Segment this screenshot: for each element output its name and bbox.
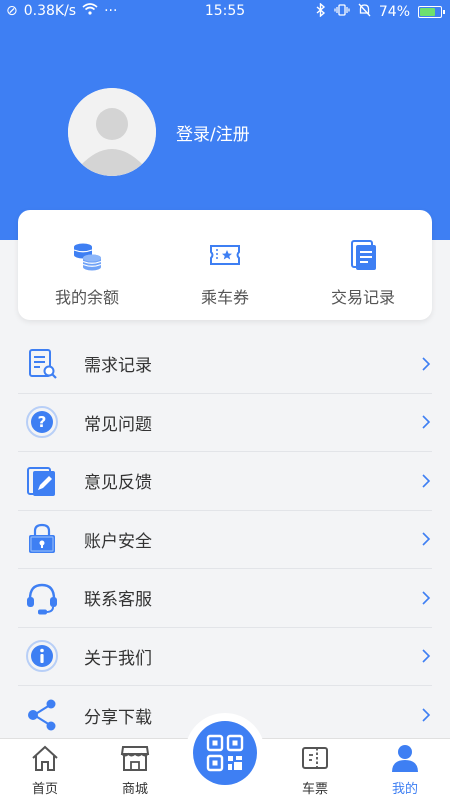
status-bar: ⊘ 0.38K/s ··· 15:55 74% [0,0,450,24]
ticket-icon [210,245,240,265]
menu-label: 意见反馈 [84,473,152,494]
balance-item[interactable]: 我的余额 [18,210,156,320]
menu-item-requests[interactable]: 需求记录 [18,335,432,394]
chevron-right-icon [422,357,431,371]
search-document-icon [29,348,57,379]
chevron-right-icon [422,708,431,722]
battery-percent: 74% [378,4,410,20]
headset-icon [27,583,57,615]
chevron-right-icon [422,415,431,429]
menu-label: 账户安全 [84,531,152,552]
info-icon [26,640,58,673]
bluetooth-icon [316,2,326,21]
store-icon [120,746,150,771]
chevron-right-icon [422,474,431,488]
coins-icon [73,243,102,271]
battery-fill [420,8,435,16]
tab-label: 车票 [301,782,328,797]
chevron-right-icon [422,532,431,546]
qr-code-icon [206,734,244,772]
chevron-right-icon [422,649,431,663]
share-icon [28,699,56,731]
login-register-link[interactable]: 登录/注册 [176,120,250,145]
menu-label: 需求记录 [84,356,152,377]
menu-label: 联系客服 [84,590,152,611]
transactions-item[interactable]: 交易记录 [294,210,432,320]
settings-menu: 需求记录 ? 常见问题 意见反馈 账户安全 联系客服 关于我们 分享下载 [18,335,432,745]
user-icon [392,745,418,772]
tab-home[interactable]: 首页 [10,743,80,797]
document-icon [351,240,376,270]
avatar[interactable] [68,88,156,176]
tab-store[interactable]: 商城 [100,743,170,797]
svg-text:?: ? [38,413,47,431]
menu-item-about[interactable]: 关于我们 [18,628,432,686]
wallet-card: 我的余额 乘车券 交易记录 [18,210,432,320]
scan-qr-button[interactable] [193,721,257,785]
ticket-coupon-item[interactable]: 乘车券 [156,210,294,320]
ticket-icon [302,747,328,769]
tab-mine[interactable]: 我的 [370,743,440,797]
battery-icon [418,6,445,18]
vibrate-icon [334,4,350,20]
bell-off-icon [358,3,371,21]
menu-item-faq[interactable]: ? 常见问题 [18,394,432,452]
menu-item-feedback[interactable]: 意见反馈 [18,452,432,511]
edit-icon [27,466,55,496]
menu-label: 关于我们 [84,648,152,669]
tab-tickets[interactable]: 车票 [280,743,350,797]
home-icon [32,745,58,771]
menu-label: 分享下载 [84,707,152,728]
chevron-right-icon [422,591,431,605]
profile-header: ⊘ 0.38K/s ··· 15:55 74% 登录/注册 [0,0,450,240]
menu-label: 常见问题 [84,414,152,435]
menu-item-security[interactable]: 账户安全 [18,511,432,569]
balance-label: 我的余额 [54,288,119,307]
menu-item-customer-service[interactable]: 联系客服 [18,569,432,628]
tab-label: 商城 [121,782,148,797]
tab-label: 首页 [31,782,58,797]
tab-label: 我的 [391,782,418,797]
transactions-label: 交易记录 [330,288,395,307]
lock-icon [29,524,55,554]
ticket-coupon-label: 乘车券 [200,288,249,307]
question-icon: ? [26,406,58,439]
scan-button-wrapper [185,713,265,793]
